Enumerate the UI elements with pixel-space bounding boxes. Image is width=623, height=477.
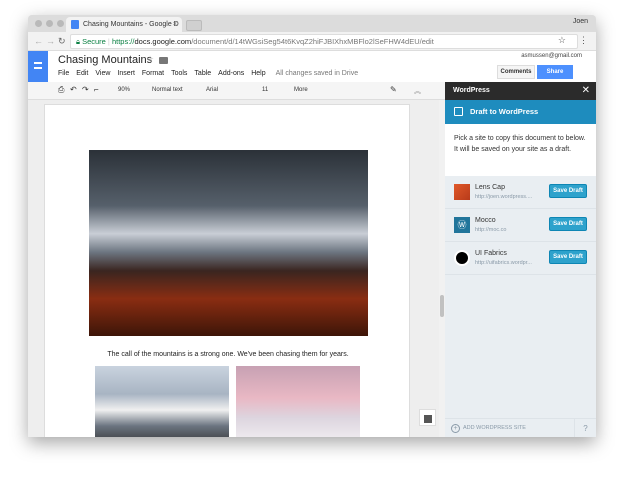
site-name: Mocco <box>475 217 496 224</box>
maximize-window-button[interactable] <box>57 20 64 27</box>
zoom-select[interactable]: 90% <box>118 87 130 93</box>
pink-clouds-photo <box>236 366 360 437</box>
reload-icon[interactable]: ↻ <box>58 36 66 47</box>
site-url[interactable]: http://uifabrics.wordpr... <box>475 260 532 266</box>
comment-add-icon <box>423 415 432 423</box>
secure-label: Secure <box>82 37 106 46</box>
scrollbar-thumb[interactable] <box>440 295 444 317</box>
tab-bar: Chasing Mountains - Google D × Joen <box>28 15 596 32</box>
browser-window: Chasing Mountains - Google D × Joen ← → ↻… <box>28 15 596 437</box>
collapse-icon[interactable]: ︽ <box>414 86 421 96</box>
lens-cap-site-icon <box>454 184 470 200</box>
site-item: Ⓦ Mocco http://moc.co Save Draft <box>445 209 596 242</box>
comments-button[interactable]: Comments <box>497 65 535 79</box>
paint-format-icon[interactable]: ⌐ <box>94 85 99 94</box>
menu-format[interactable]: Format <box>142 70 164 77</box>
back-icon[interactable]: ← <box>34 36 43 46</box>
print-icon[interactable]: ⎙ <box>58 85 64 95</box>
share-button[interactable]: Share <box>537 65 573 79</box>
document-canvas: The call of the mountains is a strong on… <box>28 100 445 437</box>
menu-edit[interactable]: Edit <box>76 70 88 77</box>
close-sidebar-icon[interactable]: ✕ <box>582 82 590 100</box>
menu-addons[interactable]: Add-ons <box>218 70 244 77</box>
document-page[interactable]: The call of the mountains is a strong on… <box>44 104 410 437</box>
url-path: /document/d/14tWGsiSeg54t6KvqZ2hiFJBIXhx… <box>191 37 434 46</box>
minimize-window-button[interactable] <box>46 20 53 27</box>
wordpress-logo-icon: Ⓦ <box>454 217 470 233</box>
add-circle-icon[interactable]: + <box>451 424 460 433</box>
more-button[interactable]: More <box>294 87 308 93</box>
tab-title: Chasing Mountains - Google D <box>83 21 179 28</box>
undo-icon[interactable]: ↶ <box>70 85 77 94</box>
forward-icon[interactable]: → <box>46 36 55 46</box>
account-email[interactable]: asmussen@gmail.com <box>521 53 582 59</box>
draft-banner: Draft to WordPress <box>445 100 596 124</box>
bookmark-star-icon[interactable]: ☆ <box>558 35 566 46</box>
snowy-peak-photo <box>95 366 229 437</box>
add-wordpress-site-link[interactable]: ADD WORDPRESS SITE <box>463 425 526 431</box>
font-select[interactable]: Arial <box>206 87 218 93</box>
docs-logo-icon[interactable] <box>28 51 48 82</box>
docs-header: Chasing Mountains ☆ File Edit View Inser… <box>28 51 596 82</box>
close-tab-icon[interactable]: × <box>173 17 177 32</box>
site-item: Lens Cap http://joen.wordpress.... Save … <box>445 176 596 209</box>
redo-icon[interactable]: ↷ <box>82 85 89 94</box>
mountain-photo <box>89 150 368 336</box>
docs-favicon-icon <box>71 20 79 29</box>
browser-menu-icon[interactable]: ⋮ <box>579 35 588 46</box>
banner-title: Draft to WordPress <box>470 107 539 116</box>
save-draft-button[interactable]: Save Draft <box>549 184 587 198</box>
menu-table[interactable]: Table <box>194 70 211 77</box>
menu-tools[interactable]: Tools <box>171 70 187 77</box>
close-window-button[interactable] <box>35 20 42 27</box>
url-input[interactable]: 🔒︎ Secure | https://docs.google.com/docu… <box>70 34 578 49</box>
style-select[interactable]: Normal text <box>152 87 183 93</box>
menu-help[interactable]: Help <box>251 70 265 77</box>
sidebar-title: WordPress <box>453 87 490 94</box>
edit-icon <box>454 107 463 116</box>
menu-insert[interactable]: Insert <box>117 70 135 77</box>
save-status: All changes saved in Drive <box>275 70 359 77</box>
menu-view[interactable]: View <box>95 70 110 77</box>
sidebar-header: WordPress ✕ <box>445 82 596 100</box>
photo-caption: The call of the mountains is a strong on… <box>107 351 349 358</box>
site-url[interactable]: http://joen.wordpress.... <box>475 194 532 200</box>
site-name: Lens Cap <box>475 184 505 191</box>
edit-mode-pencil-icon[interactable]: ✎ <box>390 85 397 94</box>
ui-fabrics-site-icon <box>454 250 470 266</box>
wordpress-sidebar: WordPress ✕ Draft to WordPress Pick a sit… <box>445 82 596 437</box>
address-bar-row: ← → ↻ 🔒︎ Secure | https://docs.google.co… <box>28 32 596 51</box>
font-size-select[interactable]: 11 <box>262 87 268 93</box>
site-url[interactable]: http://moc.co <box>475 227 507 233</box>
menu-bar: File Edit View Insert Format Tools Table… <box>58 70 358 77</box>
star-icon[interactable]: ☆ <box>146 54 154 65</box>
formatting-toolbar: ⎙ ↶ ↷ ⌐ 90% Normal text Arial 11 More ✎ … <box>28 82 445 100</box>
help-icon[interactable]: ? <box>574 419 596 437</box>
sidebar-description: Pick a site to copy this document to bel… <box>445 124 596 176</box>
menu-file[interactable]: File <box>58 70 69 77</box>
sidebar-footer: + ADD WORDPRESS SITE ? <box>445 418 596 437</box>
site-item: UI Fabrics http://uifabrics.wordpr... Sa… <box>445 242 596 275</box>
document-title[interactable]: Chasing Mountains <box>58 54 152 66</box>
save-draft-button[interactable]: Save Draft <box>549 217 587 231</box>
browser-tab[interactable]: Chasing Mountains - Google D × <box>66 17 182 32</box>
save-draft-button[interactable]: Save Draft <box>549 250 587 264</box>
new-tab-button[interactable] <box>186 20 202 31</box>
profile-name[interactable]: Joen <box>573 18 588 25</box>
site-name: UI Fabrics <box>475 250 507 257</box>
url-scheme: https:// <box>111 37 135 46</box>
folder-icon[interactable] <box>159 57 168 64</box>
url-host: docs.google.com <box>134 37 192 46</box>
add-comment-button[interactable] <box>419 409 436 426</box>
